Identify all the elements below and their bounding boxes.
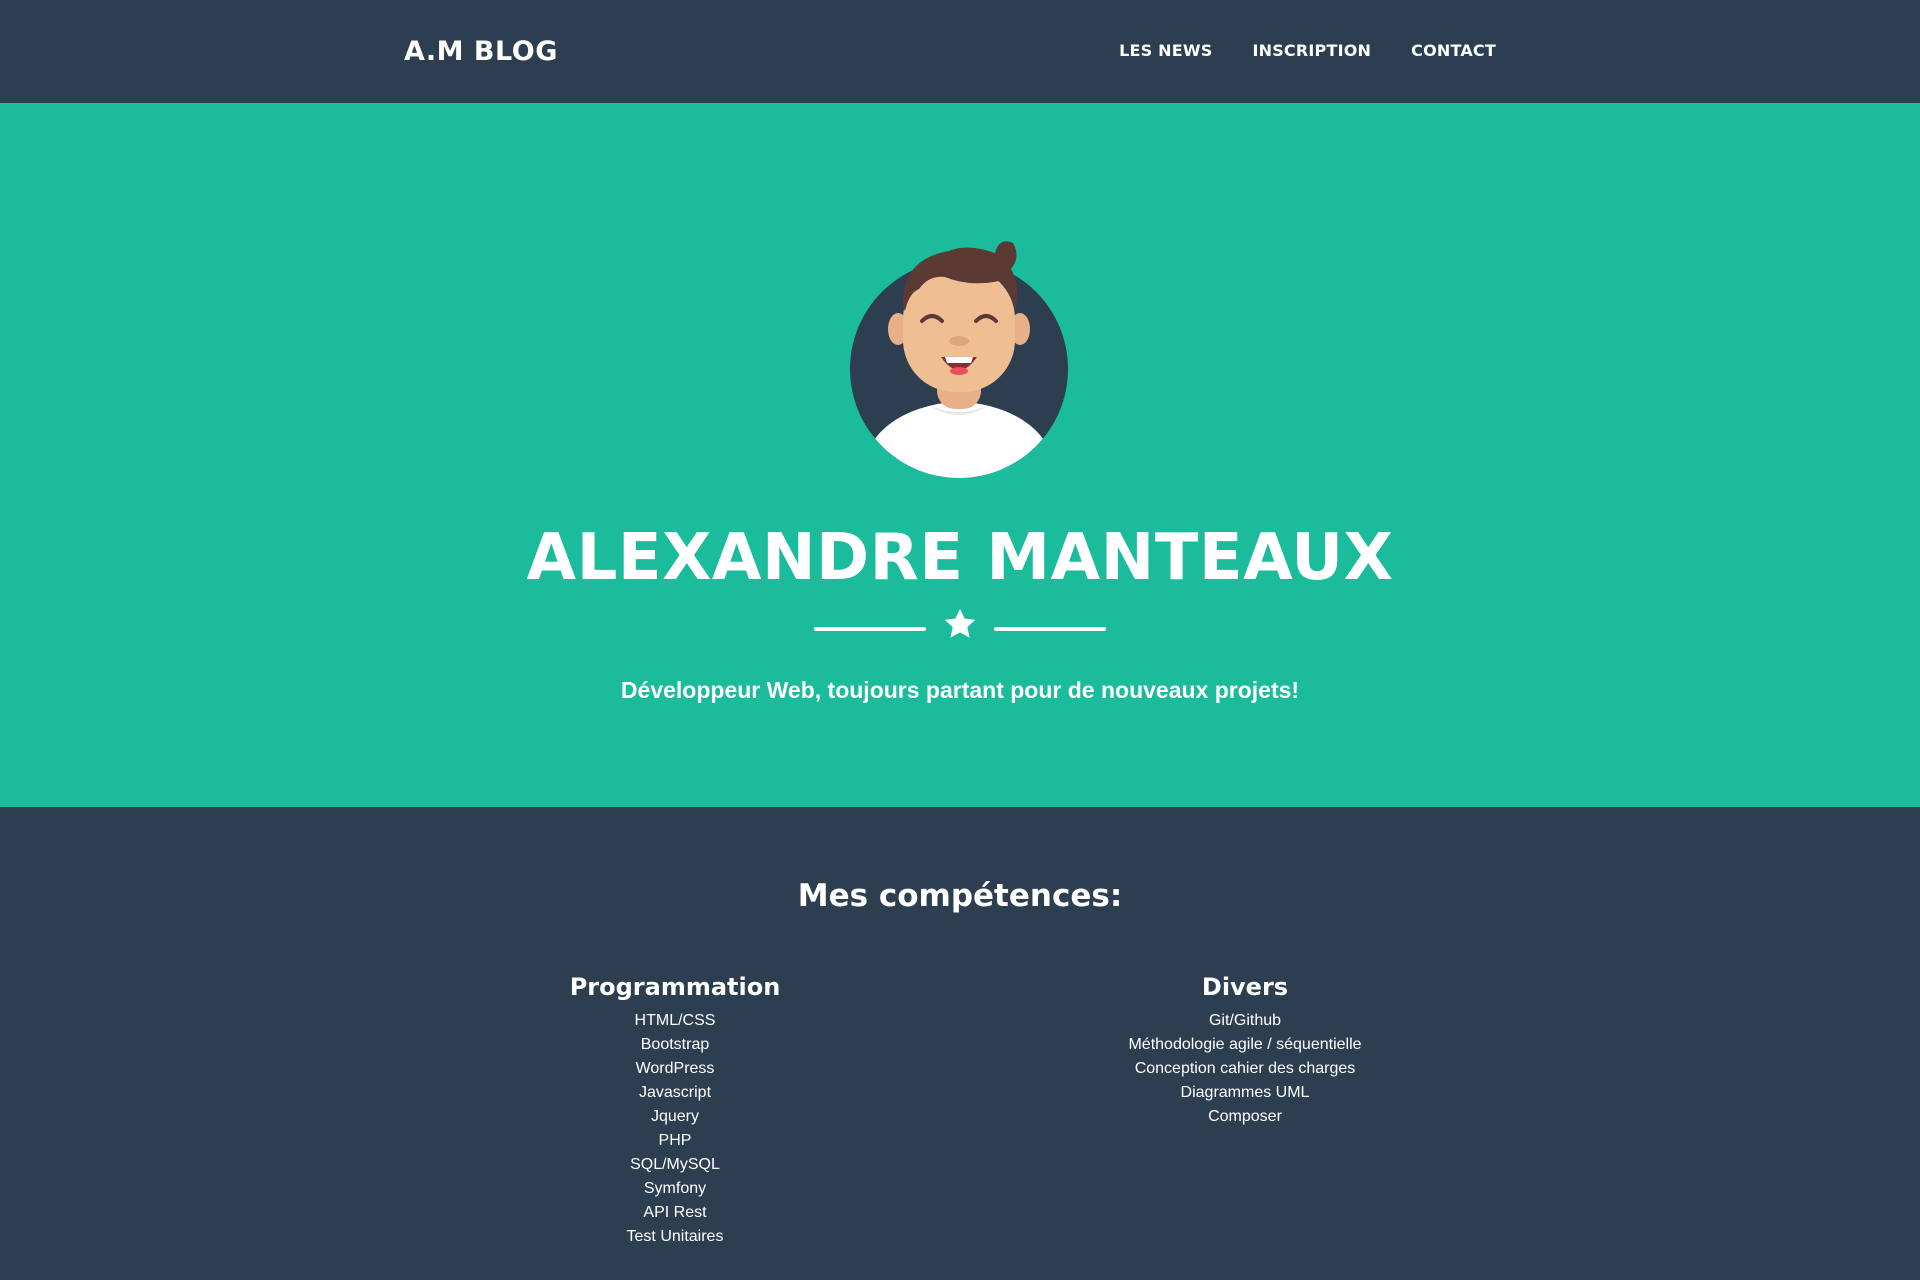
- divider-line-left: [814, 627, 926, 631]
- hero-name: ALEXANDRE MANTEAUX: [526, 521, 1394, 595]
- skill-item: Conception cahier des charges: [1134, 1060, 1356, 1077]
- skill-item: SQL/MySQL: [630, 1156, 720, 1173]
- skill-item: Javascript: [638, 1084, 712, 1101]
- skill-item: Git/Github: [1208, 1012, 1282, 1029]
- skills-list: Git/Github Méthodologie agile / séquenti…: [1025, 1009, 1465, 1129]
- skill-item: API Rest: [643, 1204, 707, 1221]
- nav-link-inscription[interactable]: INSCRIPTION: [1252, 41, 1371, 60]
- star-icon: [944, 608, 976, 638]
- nav-link-contact[interactable]: CONTACT: [1411, 41, 1496, 60]
- star-divider: [814, 606, 1106, 646]
- skill-item: HTML/CSS: [634, 1012, 716, 1029]
- nav-link-les-news[interactable]: LES NEWS: [1119, 41, 1212, 60]
- navbar: A.M BLOG LES NEWS INSCRIPTION CONTACT: [0, 0, 1920, 103]
- skill-item: Bootstrap: [640, 1036, 710, 1053]
- brand-logo-link[interactable]: A.M BLOG: [404, 36, 558, 67]
- skill-item: Diagrammes UML: [1180, 1084, 1310, 1101]
- skills-list: HTML/CSS Bootstrap WordPress Javascript …: [455, 1009, 895, 1249]
- skill-item: PHP: [658, 1132, 692, 1149]
- skill-item: Test Unitaires: [626, 1228, 724, 1245]
- masthead: ALEXANDRE MANTEAUX Développeur Web, touj…: [0, 103, 1920, 807]
- skills-column-divers: Divers Git/Github Méthodologie agile / s…: [1025, 973, 1465, 1129]
- skill-item: Jquery: [650, 1108, 700, 1125]
- hero-subtitle: Développeur Web, toujours partant pour d…: [620, 677, 1300, 703]
- skills-column-heading: Programmation: [569, 973, 781, 1001]
- skills-column-heading: Divers: [1201, 973, 1289, 1001]
- skill-item: Méthodologie agile / séquentielle: [1128, 1036, 1362, 1053]
- skill-item: Composer: [1208, 1108, 1282, 1125]
- skill-item: WordPress: [635, 1060, 715, 1077]
- skills-column-programmation: Programmation HTML/CSS Bootstrap WordPre…: [455, 973, 895, 1249]
- nav-links: LES NEWS INSCRIPTION CONTACT: [1119, 41, 1496, 60]
- divider-line-right: [994, 627, 1106, 631]
- avatar-illustration: [850, 241, 1068, 478]
- skill-item: Symfony: [643, 1180, 707, 1197]
- skills-title: Mes compétences:: [797, 878, 1123, 914]
